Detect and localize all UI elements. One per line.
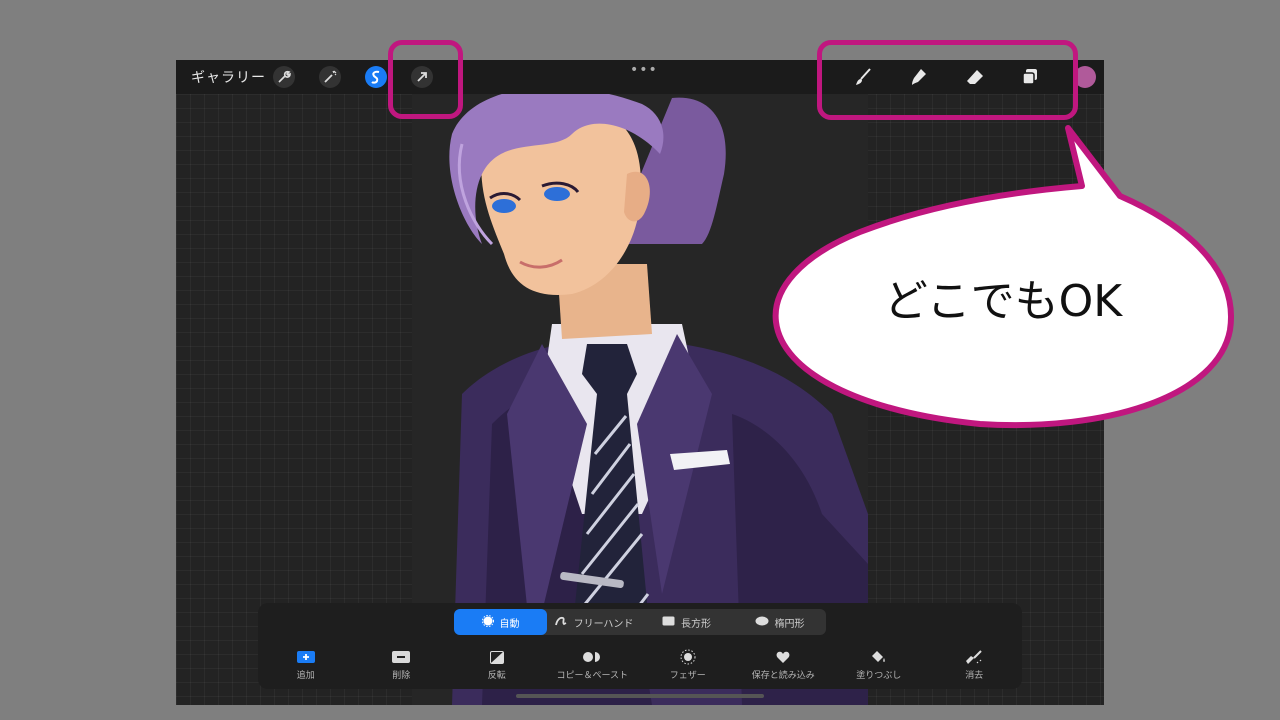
invert-button[interactable]: 反転 (449, 649, 545, 685)
mode-freehand[interactable]: フリーハンド (547, 609, 640, 635)
action-label: コピー＆ペースト (556, 671, 629, 681)
remove-icon (392, 649, 411, 665)
add-button[interactable]: 追加 (258, 649, 354, 685)
copy-paste-button[interactable]: コピー＆ペースト (545, 649, 641, 685)
action-label: 反転 (487, 671, 506, 681)
add-icon (296, 649, 315, 665)
freehand-icon (554, 615, 568, 630)
mode-label: フリーハンド (573, 618, 634, 630)
fill-bucket-icon (871, 649, 886, 665)
mode-auto[interactable]: 自動 (454, 609, 547, 635)
action-label: 消去 (965, 671, 984, 681)
invert-icon (489, 649, 504, 665)
save-load-icon (776, 649, 790, 665)
copy-paste-icon (582, 649, 602, 665)
ellipse-icon (755, 616, 769, 629)
selection-actions: 追加 削除 反転 コピー＆ペースト フェザー 保存と読み込み 塗りつぶし 消去 (258, 649, 1022, 685)
mode-rectangle[interactable]: 長方形 (640, 609, 733, 635)
home-indicator (516, 694, 764, 698)
action-label: 保存と読み込み (751, 671, 815, 681)
clear-icon (965, 649, 983, 665)
mode-ellipse[interactable]: 楕円形 (733, 609, 826, 635)
selection-panel: 自動 フリーハンド 長方形 楕円形 追加 削除 反転 コピー＆ペースト フェザー… (258, 603, 1022, 689)
mode-label: 楕円形 (774, 618, 805, 630)
action-label: 塗りつぶし (856, 671, 902, 681)
action-label: 追加 (296, 671, 315, 681)
remove-button[interactable]: 削除 (354, 649, 450, 685)
feather-icon (680, 649, 696, 665)
feather-button[interactable]: フェザー (640, 649, 736, 685)
clear-button[interactable]: 消去 (927, 649, 1023, 685)
mode-label: 自動 (499, 618, 520, 630)
fill-button[interactable]: 塗りつぶし (831, 649, 927, 685)
selection-mode-segmented-control: 自動 フリーハンド 長方形 楕円形 (454, 609, 826, 635)
rectangle-icon (662, 616, 675, 629)
action-label: 削除 (392, 671, 411, 681)
mode-label: 長方形 (681, 618, 711, 630)
save-load-button[interactable]: 保存と読み込み (736, 649, 832, 685)
auto-selection-icon (481, 614, 494, 630)
action-label: フェザー (669, 671, 706, 681)
callout-text: どこでもOK (883, 276, 1123, 327)
